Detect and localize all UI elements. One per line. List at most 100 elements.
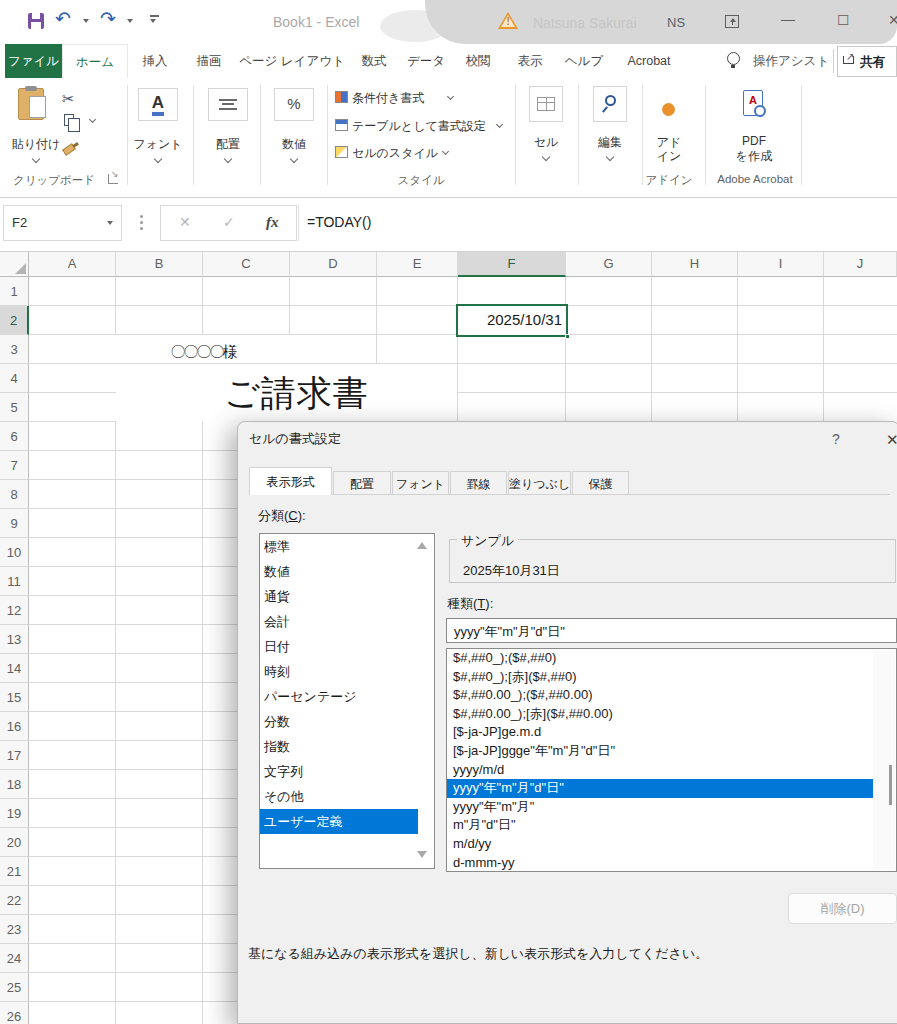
column-header-G[interactable]: G — [566, 252, 652, 277]
ribbon-tab-file[interactable]: ファイル — [5, 44, 62, 78]
undo-dropdown-icon[interactable] — [83, 19, 89, 23]
category-item-標準[interactable]: 標準 — [260, 534, 434, 559]
dialog-help-icon[interactable]: ? — [832, 431, 840, 447]
row-header-9[interactable]: 9 — [0, 509, 29, 538]
create-pdf-button[interactable]: PDF を作成 — [730, 84, 778, 176]
column-header-A[interactable]: A — [29, 252, 116, 277]
row-header-2[interactable]: 2 — [0, 306, 29, 335]
formula-bar-handle[interactable] — [140, 215, 143, 233]
tell-me-icon[interactable] — [727, 52, 740, 65]
ribbon-tab-描画[interactable]: 描画 — [182, 44, 236, 78]
dialog-tab-保護[interactable]: 保護 — [572, 471, 629, 495]
category-item-会計[interactable]: 会計 — [260, 609, 434, 634]
row-header-19[interactable]: 19 — [0, 799, 29, 828]
number-group-button[interactable]: % 数値 — [274, 86, 314, 176]
format-listbox[interactable]: $#,##0_);($#,##0)$#,##0_);[赤]($#,##0)$#,… — [446, 648, 897, 872]
minimize-button[interactable]: — — [781, 11, 795, 27]
select-all-corner[interactable] — [0, 252, 29, 277]
row-header-13[interactable]: 13 — [0, 625, 29, 654]
close-button[interactable]: ✕ — [888, 12, 897, 28]
ribbon-tab-データ[interactable]: データ — [400, 44, 452, 78]
ribbon-tab-ホーム[interactable]: ホーム — [62, 44, 128, 78]
row-header-16[interactable]: 16 — [0, 712, 29, 741]
copy-icon[interactable] — [64, 114, 74, 126]
category-listbox[interactable]: 標準数値通貨会計日付時刻パーセンテージ分数指数文字列その他ユーザー定義 — [259, 533, 435, 869]
category-item-数値[interactable]: 数値 — [260, 559, 434, 584]
category-item-文字列[interactable]: 文字列 — [260, 759, 434, 784]
delete-button[interactable]: 削除(D) — [788, 893, 897, 924]
row-header-5[interactable]: 5 — [0, 393, 29, 422]
invoice-title[interactable]: ご請求書 — [224, 370, 369, 417]
format-item-2[interactable]: $#,##0.00_);($#,##0.00) — [447, 686, 896, 705]
dialog-close-icon[interactable]: ✕ — [886, 431, 897, 449]
row-header-6[interactable]: 6 — [0, 422, 29, 451]
format-item-4[interactable]: [$-ja-JP]ge.m.d — [447, 723, 896, 742]
confirm-entry-icon[interactable]: ✓ — [223, 214, 235, 230]
format-item-8[interactable]: yyyy"年"m"月" — [447, 798, 896, 817]
column-header-B[interactable]: B — [116, 252, 203, 277]
dialog-tab-罫線[interactable]: 罫線 — [450, 471, 507, 495]
row-header-8[interactable]: 8 — [0, 480, 29, 509]
editing-group-button[interactable]: 編集 — [591, 84, 629, 176]
format-item-0[interactable]: $#,##0_);($#,##0) — [447, 649, 896, 668]
ribbon-tab-校閲[interactable]: 校閲 — [452, 44, 504, 78]
column-header-F[interactable]: F — [458, 252, 566, 277]
ribbon-display-options-icon[interactable] — [725, 15, 739, 28]
format-item-11[interactable]: d-mmm-yy — [447, 854, 896, 873]
category-item-日付[interactable]: 日付 — [260, 634, 434, 659]
row-header-25[interactable]: 25 — [0, 973, 29, 1002]
row-header-12[interactable]: 12 — [0, 596, 29, 625]
qat-customize-icon[interactable] — [150, 15, 159, 23]
cancel-entry-icon[interactable]: ✕ — [179, 214, 191, 230]
copy-dropdown-icon[interactable] — [89, 116, 96, 123]
scroll-down-icon[interactable] — [417, 851, 427, 858]
ribbon-tab-ヘルプ[interactable]: ヘルプ — [556, 44, 612, 78]
row-header-3[interactable]: 3 — [0, 335, 29, 364]
category-item-分数[interactable]: 分数 — [260, 709, 434, 734]
dialog-tab-表示形式[interactable]: 表示形式 — [249, 467, 332, 495]
type-input[interactable]: yyyy"年"m"月"d"日" — [446, 618, 897, 643]
name-box[interactable]: F2 — [3, 205, 122, 241]
format-scrollbar[interactable] — [873, 650, 895, 870]
dialog-tab-塗りつぶし[interactable]: 塗りつぶし — [508, 471, 571, 495]
format-scrollbar-thumb[interactable] — [889, 765, 892, 805]
row-header-21[interactable]: 21 — [0, 857, 29, 886]
font-group-button[interactable]: A フォント — [138, 86, 178, 176]
category-item-時刻[interactable]: 時刻 — [260, 659, 434, 684]
insert-function-icon[interactable]: fx — [266, 214, 279, 231]
category-item-パーセンテージ[interactable]: パーセンテージ — [260, 684, 434, 709]
format-item-1[interactable]: $#,##0_);[赤]($#,##0) — [447, 668, 896, 687]
row-header-14[interactable]: 14 — [0, 654, 29, 683]
alignment-group-button[interactable]: 配置 — [208, 86, 248, 176]
tell-me-label[interactable]: 操作アシスト — [753, 53, 829, 70]
save-icon[interactable] — [28, 13, 44, 29]
dialog-tab-配置[interactable]: 配置 — [333, 471, 391, 495]
format-item-7[interactable]: yyyy"年"m"月"d"日" — [447, 779, 874, 798]
selected-cell-f2[interactable]: 2025/10/31 — [456, 304, 568, 337]
column-header-I[interactable]: I — [738, 252, 824, 277]
column-header-J[interactable]: J — [824, 252, 897, 277]
category-item-通貨[interactable]: 通貨 — [260, 584, 434, 609]
column-header-D[interactable]: D — [290, 252, 377, 277]
undo-icon[interactable]: ↶ — [55, 7, 71, 30]
category-item-ユーザー定義[interactable]: ユーザー定義 — [260, 809, 418, 834]
row-header-1[interactable]: 1 — [0, 277, 29, 306]
clipboard-dialog-launcher[interactable]: ↘ — [108, 174, 118, 184]
row-header-4[interactable]: 4 — [0, 364, 29, 393]
category-item-指数[interactable]: 指数 — [260, 734, 434, 759]
format-painter-icon[interactable] — [62, 143, 76, 156]
ribbon-tab-数式[interactable]: 数式 — [348, 44, 400, 78]
ribbon-tab-Acrobat[interactable]: Acrobat — [612, 44, 686, 78]
row-header-7[interactable]: 7 — [0, 451, 29, 480]
format-item-3[interactable]: $#,##0.00_);[赤]($#,##0.00) — [447, 705, 896, 724]
scroll-up-icon[interactable] — [417, 542, 427, 549]
row-header-10[interactable]: 10 — [0, 538, 29, 567]
maximize-button[interactable]: ☐ — [837, 12, 850, 28]
format-item-5[interactable]: [$-ja-JP]ggge"年"m"月"d"日" — [447, 742, 896, 761]
user-avatar[interactable]: NS — [667, 15, 685, 30]
column-header-H[interactable]: H — [652, 252, 738, 277]
category-item-その他[interactable]: その他 — [260, 784, 434, 809]
dialog-tab-フォント[interactable]: フォント — [392, 471, 449, 495]
row-header-11[interactable]: 11 — [0, 567, 29, 596]
format-item-9[interactable]: m"月"d"日" — [447, 816, 896, 835]
